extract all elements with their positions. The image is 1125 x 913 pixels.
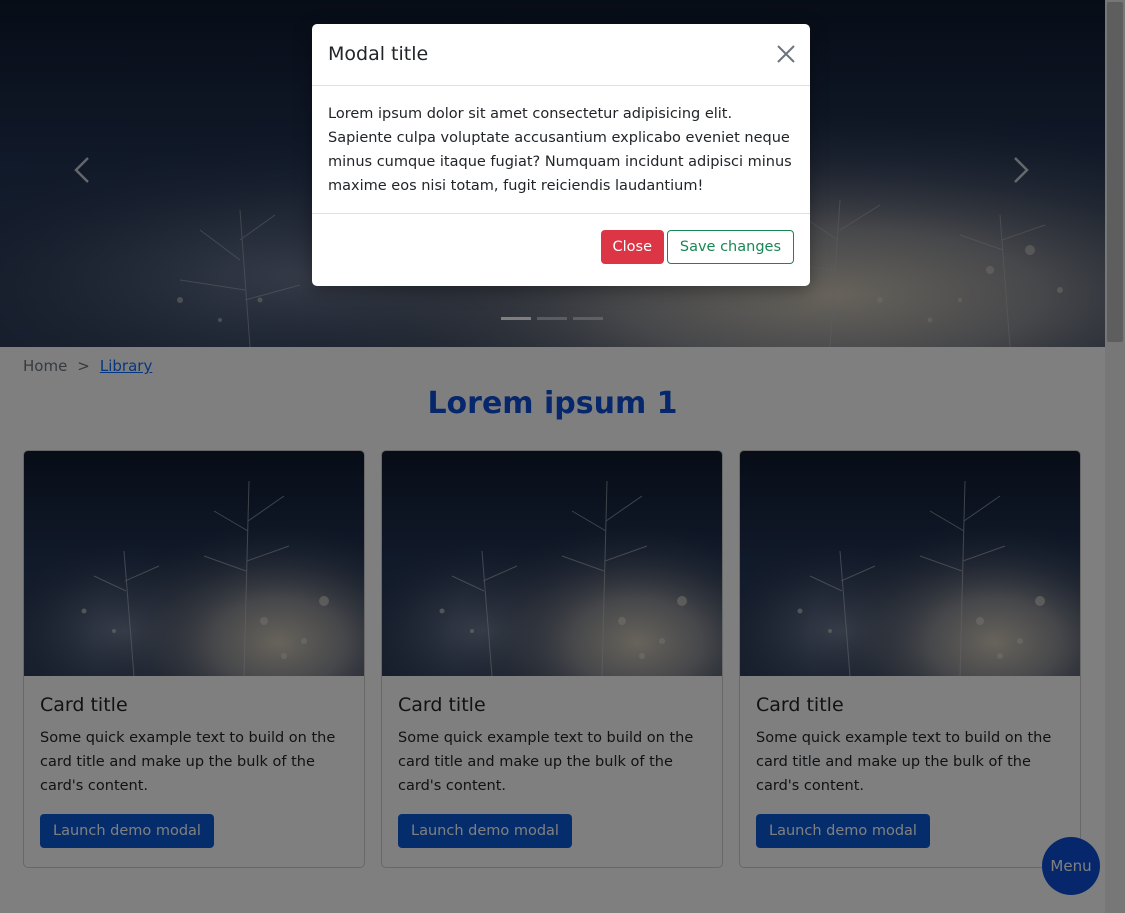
modal-header: Modal title: [312, 24, 810, 86]
modal-body: Lorem ipsum dolor sit amet consectetur a…: [312, 86, 810, 214]
close-icon: [777, 45, 795, 63]
modal-title: Modal title: [328, 43, 429, 65]
modal-body-text: Lorem ipsum dolor sit amet consectetur a…: [328, 106, 792, 194]
close-button[interactable]: Close: [600, 230, 664, 264]
save-changes-button[interactable]: Save changes: [666, 230, 794, 264]
modal-close-button[interactable]: [776, 44, 796, 64]
modal-footer: Close Save changes: [312, 214, 810, 286]
modal-dialog: Modal title Lorem ipsum dolor sit amet c…: [312, 24, 810, 286]
